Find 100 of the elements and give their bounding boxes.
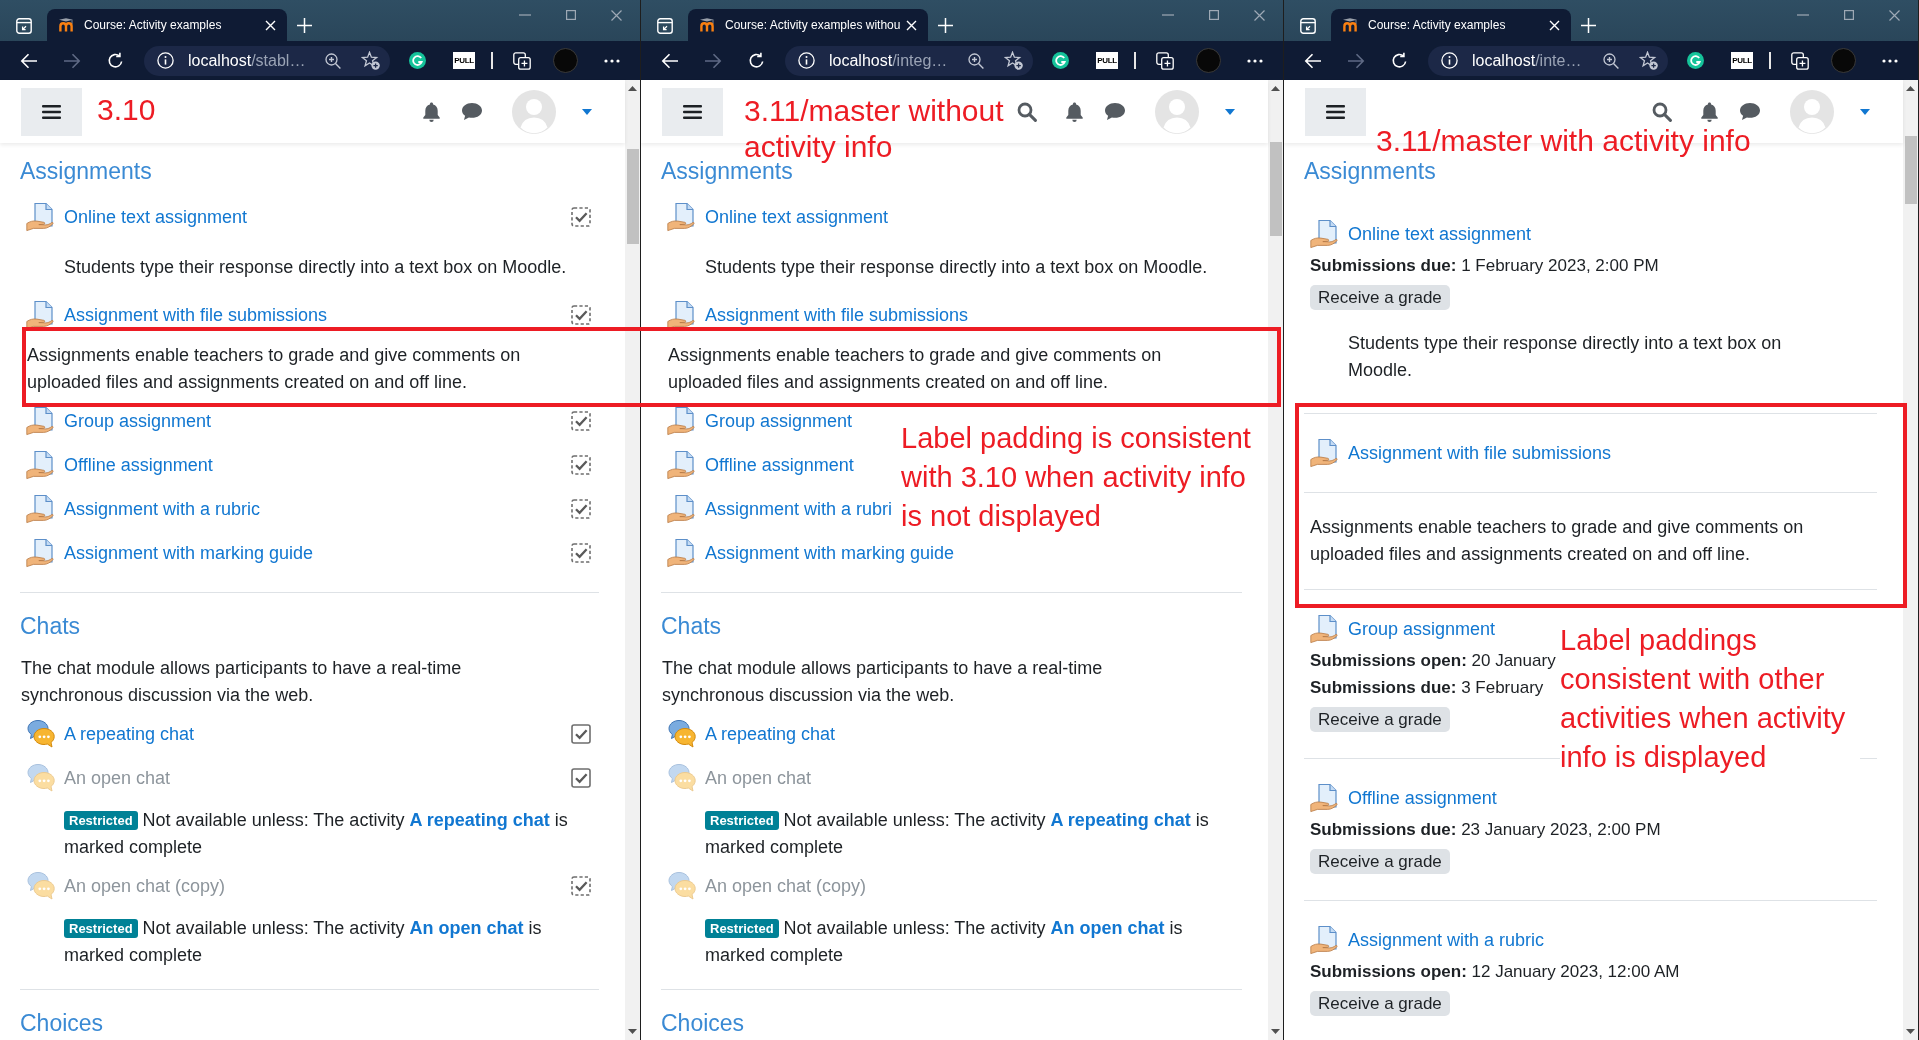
reload-icon[interactable] <box>748 52 765 69</box>
caret-icon[interactable] <box>1225 108 1235 115</box>
collections-icon[interactable] <box>513 51 531 70</box>
reload-icon[interactable] <box>107 52 124 69</box>
maximize-icon[interactable] <box>1844 10 1854 20</box>
info-icon[interactable] <box>1441 52 1458 69</box>
activity-link[interactable]: Group assignment <box>1348 617 1496 641</box>
circle-arrow-icon[interactable] <box>1687 52 1704 69</box>
browser-tab[interactable]: Course: Activity examples <box>1331 9 1571 41</box>
bell-icon[interactable] <box>1065 101 1084 122</box>
activity-link[interactable]: Offline assignment <box>64 453 213 477</box>
tab-actions-icon[interactable] <box>657 18 673 34</box>
extension-button[interactable]: PULL <box>1731 52 1753 69</box>
scroll-down-icon[interactable] <box>628 1029 637 1034</box>
activity-link[interactable]: Assignment with a rubric <box>64 497 261 521</box>
activity-link[interactable]: Offline assignment <box>705 453 854 477</box>
caret-icon[interactable] <box>582 108 592 115</box>
caret-icon[interactable] <box>1860 108 1870 115</box>
scrollbar-thumb[interactable] <box>626 149 639 244</box>
activity-link[interactable]: A repeating chat <box>1050 810 1191 830</box>
info-icon[interactable] <box>798 52 815 69</box>
info-icon[interactable] <box>157 52 174 69</box>
activity-link[interactable]: A repeating chat <box>64 722 195 746</box>
scrollbar-thumb[interactable] <box>1269 142 1282 236</box>
forward-arrow-icon[interactable] <box>1347 52 1365 69</box>
address-bar[interactable]: localhost/inte… <box>1428 45 1668 76</box>
scroll-down-icon[interactable] <box>1271 1029 1280 1034</box>
activity-link[interactable]: Assignment with file submissions <box>64 303 328 327</box>
circle-arrow-icon[interactable] <box>1052 52 1069 69</box>
activity-link[interactable]: Online text assignment <box>1348 222 1532 246</box>
more-icon[interactable] <box>1247 58 1263 63</box>
back-arrow-icon[interactable] <box>1304 52 1322 69</box>
collections-icon[interactable] <box>1156 51 1174 70</box>
activity-link[interactable]: A repeating chat <box>409 810 550 830</box>
document-icon <box>1310 438 1340 468</box>
bell-icon[interactable] <box>422 101 441 122</box>
plus-icon[interactable] <box>297 17 312 33</box>
completion-checkbox[interactable] <box>571 724 591 744</box>
activity-link[interactable]: Assignment with file submissions <box>705 303 969 327</box>
search-icon[interactable] <box>1017 101 1037 122</box>
star-plus-icon[interactable] <box>1004 51 1023 70</box>
back-arrow-icon[interactable] <box>661 52 679 69</box>
search-icon[interactable] <box>1652 101 1672 122</box>
activity-link[interactable]: Online text assignment <box>705 205 889 229</box>
activity-link[interactable]: An open chat <box>64 766 171 790</box>
star-plus-icon[interactable] <box>361 51 380 70</box>
chat-bubble-icon[interactable] <box>461 102 483 121</box>
browser-tab[interactable]: Course: Activity examples withou <box>688 9 928 41</box>
reload-icon[interactable] <box>1391 52 1408 69</box>
activity-link[interactable]: Assignment with a rubri <box>705 497 893 521</box>
activity-link[interactable]: An open chat <box>409 918 524 938</box>
activity-link[interactable]: A repeating chat <box>705 722 836 746</box>
forward-arrow-icon[interactable] <box>704 52 722 69</box>
menu-button[interactable] <box>662 87 723 136</box>
address-bar[interactable]: localhost/integ… <box>785 45 1033 76</box>
activity-link[interactable]: Offline assignment <box>1348 786 1497 810</box>
activity-link[interactable]: Group assignment <box>705 409 853 433</box>
back-arrow-icon[interactable] <box>20 52 38 69</box>
menu-icon <box>683 103 702 120</box>
chat-bubble-icon[interactable] <box>1104 102 1126 121</box>
activity-link[interactable]: Assignment with marking guide <box>64 541 314 565</box>
extension-button[interactable]: PULL <box>1096 52 1118 69</box>
label-text: Assignments enable teachers to grade and give comments on uploaded files and assignments created on and off line. <box>1310 516 1805 566</box>
star-plus-icon[interactable] <box>1639 51 1658 70</box>
zoom-in-icon[interactable] <box>968 52 984 69</box>
forward-arrow-icon[interactable] <box>63 52 81 69</box>
plus-icon[interactable] <box>938 17 953 33</box>
activity-link[interactable]: Assignment with file submissions <box>1348 441 1612 465</box>
activity-link[interactable]: An open chat (copy) <box>705 874 867 898</box>
tab-actions-icon[interactable] <box>1300 18 1316 34</box>
menu-button[interactable] <box>1305 87 1366 136</box>
maximize-icon[interactable] <box>566 10 576 20</box>
completion-checkbox[interactable] <box>571 768 591 788</box>
browser-tab[interactable]: Course: Activity examples <box>47 9 287 41</box>
more-icon[interactable] <box>1882 58 1898 63</box>
scroll-up-icon[interactable] <box>1271 86 1280 91</box>
scroll-up-icon[interactable] <box>628 86 637 91</box>
scroll-up-icon[interactable] <box>1906 86 1915 91</box>
scroll-down-icon[interactable] <box>1906 1029 1915 1034</box>
plus-icon[interactable] <box>1581 17 1596 33</box>
activity-link[interactable]: An open chat <box>1050 918 1165 938</box>
extension-button[interactable]: PULL <box>453 52 475 69</box>
more-icon[interactable] <box>604 58 620 63</box>
activity-link[interactable]: Assignment with marking guide <box>705 541 955 565</box>
bell-icon[interactable] <box>1700 101 1719 122</box>
circle-arrow-icon[interactable] <box>409 52 426 69</box>
chat-bubble-icon[interactable] <box>1739 102 1761 121</box>
menu-button[interactable] <box>21 87 82 136</box>
activity-link[interactable]: Assignment with a rubric <box>1348 928 1545 952</box>
maximize-icon[interactable] <box>1209 10 1219 20</box>
activity-link[interactable]: Group assignment <box>64 409 212 433</box>
address-bar[interactable]: localhost/stabl… <box>144 45 390 76</box>
collections-icon[interactable] <box>1791 51 1809 70</box>
activity-link[interactable]: Online text assignment <box>64 205 248 229</box>
activity-link[interactable]: An open chat (copy) <box>64 874 226 898</box>
zoom-in-icon[interactable] <box>1603 52 1619 69</box>
scrollbar-thumb[interactable] <box>1904 136 1917 204</box>
zoom-in-icon[interactable] <box>325 52 341 69</box>
activity-link[interactable]: An open chat <box>705 766 812 790</box>
tab-actions-icon[interactable] <box>16 18 32 34</box>
